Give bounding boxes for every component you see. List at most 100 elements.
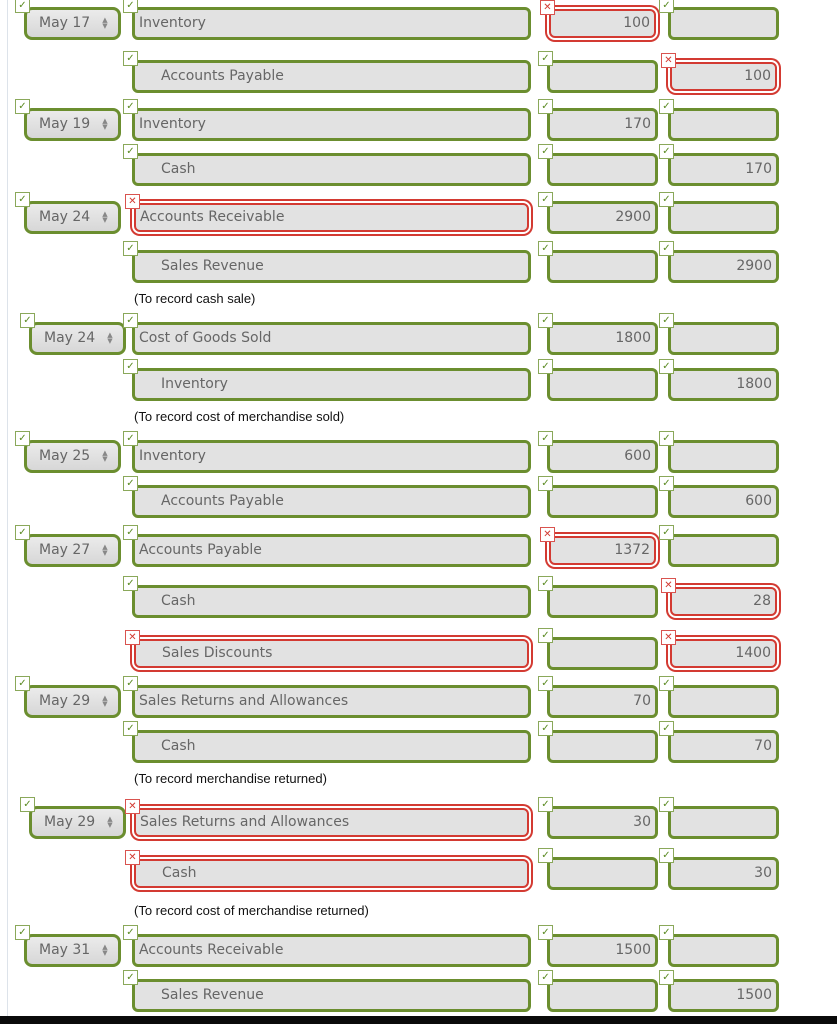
debit-field-input[interactable]: 30 bbox=[547, 806, 658, 839]
checkmark-icon: ✓ bbox=[659, 359, 674, 374]
account-field: Inventory ✓ bbox=[123, 99, 531, 141]
checkmark-icon: ✓ bbox=[538, 576, 553, 591]
date-select-input[interactable]: May 29 ▲ ▼ bbox=[24, 685, 121, 718]
x-mark-icon: ✕ bbox=[125, 194, 140, 209]
account-field-input[interactable]: Inventory bbox=[132, 7, 531, 40]
debit-field-input[interactable]: 70 bbox=[547, 685, 658, 718]
credit-field: ✓ bbox=[659, 676, 779, 718]
credit-field-input[interactable] bbox=[668, 7, 779, 40]
checkmark-icon: ✓ bbox=[659, 721, 674, 736]
account-field: Accounts Payable ✓ bbox=[123, 51, 531, 93]
account-field-input[interactable]: Sales Revenue bbox=[132, 250, 531, 283]
credit-field-input[interactable] bbox=[668, 806, 779, 839]
credit-field-input[interactable] bbox=[668, 108, 779, 141]
date-value: May 17 bbox=[39, 15, 91, 31]
debit-field-input[interactable]: 1372 bbox=[549, 536, 656, 565]
credit-field-input[interactable]: 1800 bbox=[668, 368, 779, 401]
debit-field-input[interactable] bbox=[547, 585, 658, 618]
credit-field-input[interactable] bbox=[668, 201, 779, 234]
account-field-input[interactable]: Accounts Payable bbox=[132, 60, 531, 93]
account-field-input[interactable]: Cash bbox=[132, 585, 531, 618]
account-field-input[interactable]: Inventory bbox=[132, 440, 531, 473]
account-field-input[interactable]: Cash bbox=[132, 153, 531, 186]
debit-field-input[interactable]: 1800 bbox=[547, 322, 658, 355]
date-select-input[interactable]: May 27 ▲ ▼ bbox=[24, 534, 121, 567]
credit-field-input[interactable]: 600 bbox=[668, 485, 779, 518]
debit-field: ✓ bbox=[538, 721, 658, 763]
account-field-input[interactable]: Cash bbox=[134, 859, 529, 888]
account-field-input[interactable]: Accounts Receivable bbox=[132, 934, 531, 967]
credit-field-input[interactable]: 170 bbox=[668, 153, 779, 186]
credit-field-input[interactable]: 28 bbox=[670, 587, 777, 616]
debit-field-input[interactable]: 1500 bbox=[547, 934, 658, 967]
checkmark-icon: ✓ bbox=[123, 476, 138, 491]
credit-field-input[interactable]: 1500 bbox=[668, 979, 779, 1012]
debit-field-input[interactable] bbox=[547, 368, 658, 401]
updown-arrows-icon: ▲ ▼ bbox=[102, 16, 108, 30]
debit-field-input[interactable] bbox=[547, 857, 658, 890]
date-select-input[interactable]: May 19 ▲ ▼ bbox=[24, 108, 121, 141]
checkmark-icon: ✓ bbox=[123, 0, 138, 13]
account-field-input[interactable]: Accounts Payable bbox=[132, 485, 531, 518]
date-select-input[interactable]: May 29 ▲ ▼ bbox=[29, 806, 126, 839]
account-field-input[interactable]: Accounts Receivable bbox=[134, 203, 529, 232]
date-select-input[interactable]: May 24 ▲ ▼ bbox=[29, 322, 126, 355]
debit-field-input[interactable] bbox=[547, 637, 658, 670]
account-field-input[interactable]: Inventory bbox=[132, 108, 531, 141]
account-field-input[interactable]: Sales Discounts bbox=[134, 639, 529, 668]
account-field-input[interactable]: Accounts Payable bbox=[132, 534, 531, 567]
credit-field-input[interactable]: 2900 bbox=[668, 250, 779, 283]
checkmark-icon: ✓ bbox=[538, 628, 553, 643]
credit-field-input[interactable] bbox=[668, 322, 779, 355]
credit-field-input[interactable]: 70 bbox=[668, 730, 779, 763]
debit-field-input[interactable] bbox=[547, 60, 658, 93]
x-mark-icon: ✕ bbox=[540, 0, 555, 15]
credit-field-input[interactable] bbox=[668, 440, 779, 473]
account-field: Accounts Payable ✓ bbox=[123, 476, 531, 518]
date-value: May 25 bbox=[39, 448, 91, 464]
debit-field-input[interactable]: 170 bbox=[547, 108, 658, 141]
account-field-input[interactable]: Sales Returns and Allowances bbox=[134, 808, 529, 837]
debit-field-input[interactable] bbox=[547, 485, 658, 518]
credit-field-input[interactable] bbox=[668, 685, 779, 718]
debit-field-input[interactable] bbox=[547, 979, 658, 1012]
entry-description: (To record cost of merchandise returned) bbox=[134, 903, 369, 918]
account-field-input[interactable]: Sales Revenue bbox=[132, 979, 531, 1012]
account-field-input[interactable]: Cash bbox=[132, 730, 531, 763]
entry-description: (To record cost of merchandise sold) bbox=[134, 409, 345, 424]
credit-field: ✓ bbox=[659, 431, 779, 473]
checkmark-icon: ✓ bbox=[123, 144, 138, 159]
credit-field-input[interactable]: 30 bbox=[668, 857, 779, 890]
credit-field: 1400 ✕ bbox=[661, 630, 779, 670]
checkmark-icon: ✓ bbox=[659, 99, 674, 114]
date-select-input[interactable]: May 31 ▲ ▼ bbox=[24, 934, 121, 967]
debit-field: ✓ bbox=[538, 359, 658, 401]
account-field-input[interactable]: Sales Returns and Allowances bbox=[132, 685, 531, 718]
debit-field-input[interactable] bbox=[547, 153, 658, 186]
debit-field-input[interactable] bbox=[547, 730, 658, 763]
debit-field-input[interactable]: 2900 bbox=[547, 201, 658, 234]
credit-field-input[interactable] bbox=[668, 534, 779, 567]
date-select-input[interactable]: May 25 ▲ ▼ bbox=[24, 440, 121, 473]
debit-field-input[interactable]: 600 bbox=[547, 440, 658, 473]
credit-field: ✓ bbox=[659, 525, 779, 567]
date-select: May 19 ▲ ▼ ✓ bbox=[15, 99, 121, 141]
checkmark-icon: ✓ bbox=[538, 313, 553, 328]
checkmark-icon: ✓ bbox=[123, 51, 138, 66]
checkmark-icon: ✓ bbox=[15, 925, 30, 940]
updown-arrows-icon: ▲ ▼ bbox=[102, 117, 108, 131]
credit-field-input[interactable]: 100 bbox=[670, 62, 777, 91]
debit-field-input[interactable] bbox=[547, 250, 658, 283]
debit-field: 30 ✓ bbox=[538, 797, 658, 839]
date-select-input[interactable]: May 17 ▲ ▼ bbox=[24, 7, 121, 40]
checkmark-icon: ✓ bbox=[538, 848, 553, 863]
account-field-input[interactable]: Inventory bbox=[132, 368, 531, 401]
debit-field: 600 ✓ bbox=[538, 431, 658, 473]
debit-field: ✓ bbox=[538, 848, 658, 890]
date-select-input[interactable]: May 24 ▲ ▼ bbox=[24, 201, 121, 234]
checkmark-icon: ✓ bbox=[659, 476, 674, 491]
credit-field-input[interactable] bbox=[668, 934, 779, 967]
credit-field-input[interactable]: 1400 bbox=[670, 639, 777, 668]
debit-field-input[interactable]: 100 bbox=[549, 9, 656, 38]
account-field-input[interactable]: Cost of Goods Sold bbox=[132, 322, 531, 355]
